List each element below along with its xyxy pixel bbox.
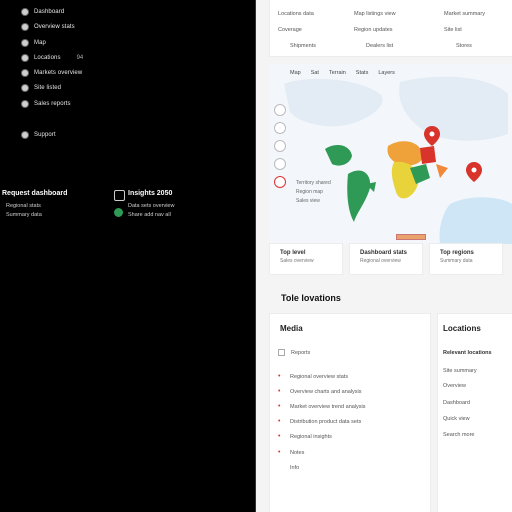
panel-left-line: Regional stats [6, 203, 41, 209]
locations-panel: Locations Relevant locations Site summar… [438, 314, 512, 512]
list-item[interactable]: Info [290, 465, 299, 471]
sidebar-item-map[interactable]: Map [22, 37, 46, 49]
bullet-icon: • [278, 373, 281, 380]
checkbox-icon[interactable] [278, 349, 285, 356]
panel-left-title: Request dashboard [2, 190, 68, 197]
panel-right-line: Data sets overview [128, 203, 175, 209]
main-content: Locations data Map listings view Market … [256, 0, 512, 512]
sidebar: Dashboard Overview stats Map Locations 9… [0, 0, 255, 512]
list-item-label: Reports [291, 349, 311, 356]
map-panel[interactable]: Map Sat Terrain Stats Layers Territory s… [270, 64, 512, 244]
stat-title: Dashboard stats [360, 250, 408, 256]
list-item-label: Regional overview stats [290, 373, 349, 380]
table-cell: Market summary [444, 11, 485, 17]
sidebar-item-count: 94 [76, 55, 84, 61]
top-table: Locations data Map listings view Market … [270, 0, 512, 56]
sidebar-item-label: Map [34, 40, 46, 46]
stat-title: Top regions [440, 250, 474, 256]
list-item[interactable]: • Notes [278, 449, 304, 456]
location-row[interactable]: Site summary [443, 368, 477, 374]
stat-card: Dashboard stats Regional overview [350, 244, 422, 274]
globe-icon [114, 208, 123, 217]
dot-icon [22, 9, 28, 15]
stat-sub: Sales overview [280, 258, 314, 264]
bullet-icon: • [278, 449, 281, 456]
sidebar-item-dashboard[interactable]: Dashboard [22, 6, 64, 18]
list-item[interactable]: • Regional insights [278, 433, 332, 440]
section-title: Tole lovations [281, 293, 341, 303]
table-cell: Stores [456, 43, 472, 49]
dot-icon [22, 132, 28, 138]
list-item[interactable]: • Regional overview stats [278, 373, 348, 380]
list-item[interactable]: • Distribution product data sets [278, 418, 361, 425]
sidebar-item-label: Sales reports [34, 101, 71, 107]
sidebar-item-sales[interactable]: Sales reports [22, 98, 71, 110]
list-item[interactable]: Reports [278, 349, 310, 356]
stat-card: Top level Sales overview [270, 244, 342, 274]
location-row[interactable]: Dashboard [443, 400, 470, 406]
sidebar-item-overview[interactable]: Overview stats [22, 21, 75, 33]
stats-row: Top level Sales overview Dashboard stats… [270, 244, 512, 274]
stat-sub: Regional overview [360, 258, 401, 264]
sidebar-item-support[interactable]: Support [22, 129, 56, 141]
list-item-label: Overview charts and analysis [290, 388, 362, 395]
location-row[interactable]: Search more [443, 432, 475, 438]
sidebar-item-label: Support [34, 132, 56, 138]
sidebar-item-label: Locations [34, 55, 61, 61]
dot-icon [22, 85, 28, 91]
panel-left-line: Summary data [6, 212, 42, 218]
chart-icon [114, 190, 125, 201]
dot-icon [22, 24, 28, 30]
locations-subtitle: Relevant locations [443, 350, 492, 356]
list-item-label: Distribution product data sets [290, 418, 362, 425]
dot-icon [22, 55, 28, 61]
list-item[interactable]: • Overview charts and analysis [278, 388, 362, 395]
sidebar-item-locations[interactable]: Locations 94 [22, 52, 83, 64]
locations-title: Locations [443, 324, 481, 333]
stat-sub: Summary data [440, 258, 473, 264]
bullet-icon: • [278, 388, 281, 395]
stat-card: Top regions Summary data [430, 244, 502, 274]
bullet-icon: • [278, 418, 281, 425]
sidebar-item-label: Overview stats [34, 24, 75, 30]
sidebar-item-label: Markets overview [34, 70, 83, 76]
panel-right-line: Share add nav all [128, 212, 171, 218]
list-item-label: Regional insights [290, 433, 332, 440]
media-panel: Media [270, 314, 430, 512]
table-cell: Shipments [290, 43, 316, 49]
panel-right-title: Insights 2050 [128, 190, 173, 197]
list-item-label: Market overview trend analysis [290, 403, 366, 410]
list-item[interactable]: • Market overview trend analysis [278, 403, 366, 410]
list-item-label: Info [290, 465, 300, 471]
scale-bar [396, 234, 426, 240]
stat-title: Top level [280, 250, 306, 256]
bullet-icon: • [278, 433, 281, 440]
sidebar-item-label: Site listed [34, 85, 62, 91]
sidebar-item-label: Dashboard [34, 9, 65, 15]
map-pins [424, 126, 482, 182]
location-row[interactable]: Quick view [443, 416, 470, 422]
sidebar-item-sites[interactable]: Site listed [22, 82, 61, 94]
sidebar-item-markets[interactable]: Markets overview [22, 67, 82, 79]
table-cell: Dealers list [366, 43, 394, 49]
table-cell: Map listings view [354, 11, 396, 17]
bullet-icon: • [278, 403, 281, 410]
dot-icon [22, 101, 28, 107]
table-cell: Locations data [278, 11, 314, 17]
table-cell: Site list [444, 27, 462, 33]
table-cell: Region updates [354, 27, 393, 33]
table-cell: Coverage [278, 27, 302, 33]
location-row[interactable]: Overview [443, 383, 466, 389]
media-title: Media [280, 324, 303, 333]
list-item-label: Notes [290, 449, 305, 456]
dot-icon [22, 70, 28, 76]
dot-icon [22, 40, 28, 46]
